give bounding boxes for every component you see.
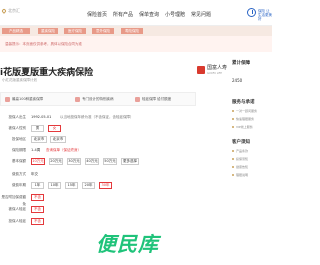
location-pin-icon [1, 8, 7, 14]
province-select[interactable]: 北京市 [31, 136, 47, 143]
feature-tag: 轻症保障 给付额度 [135, 97, 171, 102]
payment-term-option[interactable]: 15年 [65, 182, 78, 189]
payment-term-option[interactable]: 10年 [48, 182, 61, 189]
bullet-icon [232, 126, 234, 128]
customer-title: 客户须知 [232, 140, 250, 145]
more-options-select[interactable]: 更多选择 [121, 158, 139, 165]
notice-banner: 温馨提示：本页面仅供参考，具体以保险合同为准 [0, 36, 272, 52]
waiver-option[interactable]: 不含 [31, 194, 44, 201]
service-item: 一对一顾问服务 [232, 109, 272, 113]
insurer-brand: 国富人寿 GUOFU LIFE [197, 65, 228, 75]
payment-method-value: 年交 [31, 172, 38, 176]
nav-item-faq[interactable]: 常见问题 [188, 11, 214, 18]
nav-item-home[interactable]: 保险首页 [84, 11, 110, 18]
holder-mild-option[interactable]: 不含 [31, 218, 44, 225]
field-label: 投保人出生 [8, 115, 27, 119]
service-item: 快速理赔服务 [232, 117, 272, 121]
bullet-icon [232, 150, 234, 152]
field-label: 投保地区 [12, 137, 26, 141]
field-label: 被保人性别 [8, 126, 27, 130]
check-badge-icon [75, 97, 80, 102]
birthdate-value[interactable]: 1992-05-01 [31, 114, 51, 121]
sum-insured-option[interactable]: 10万元 [31, 158, 45, 165]
customer-item[interactable]: 健康告知 [232, 165, 272, 169]
sum-insured-option[interactable]: 30万元 [67, 158, 81, 165]
payment-term-option[interactable]: 1年 [31, 182, 44, 189]
field-label: 投保人轻症 [8, 219, 27, 223]
gender-option-female[interactable]: 女 [48, 125, 61, 132]
service-item: VIP线上服务 [232, 125, 272, 129]
category-bar: 产品精选 重疾保险 医疗保险 意外保险 寿险保险 [0, 26, 272, 36]
main-nav: 保险首页 所有产品 保单查询 小号理赔 常见问题 [84, 11, 214, 18]
nav-item-claims[interactable]: 小号理赔 [162, 11, 188, 18]
feature-tag: 最高100种重疾保障 [5, 97, 43, 102]
category-tab[interactable]: 医疗保险 [64, 28, 86, 34]
field-label: 缴费年期 [12, 183, 26, 187]
top-navigation-bar: 北京汇 保险首页 所有产品 保单查询 小号理赔 常见问题 保险 让生活更美好 [0, 0, 272, 26]
payment-term-option[interactable]: 30年 [99, 182, 112, 189]
nav-item-policy-query[interactable]: 保单查询 [136, 11, 162, 18]
watermark-text: 便民库 [96, 232, 159, 256]
field-label: 基本保额 [12, 159, 26, 163]
field-label: 缴费方式 [12, 172, 26, 176]
feature-tag: 专门设计的特别疾病 [75, 97, 114, 102]
price-title: 累计保障 [232, 61, 250, 66]
location-selector[interactable]: 北京汇 [1, 8, 20, 14]
feature-tag-label: 最高100种重疾保障 [12, 97, 44, 101]
nav-item-products[interactable]: 所有产品 [110, 11, 136, 18]
sum-insured-option[interactable]: 50万元 [103, 158, 117, 165]
customer-item[interactable]: 产品条款 [232, 149, 272, 153]
product-title: i花版夏版重大疾病保险 [0, 68, 94, 78]
payment-term-option[interactable]: 20年 [82, 182, 95, 189]
policy-query-link[interactable]: 查询保单（保证终身） [46, 147, 81, 154]
bullet-icon [232, 158, 234, 160]
insurer-name-en: GUOFU LIFE [207, 71, 222, 75]
coverage-period-value: 1-4周 [31, 148, 41, 152]
bullet-icon [232, 110, 234, 112]
check-badge-icon [135, 97, 140, 102]
sum-insured-option[interactable]: 20万元 [49, 158, 63, 165]
field-label: 被保人轻症 [8, 207, 27, 211]
price-value: 2450 [232, 78, 243, 83]
field-label: 保险期限 [12, 148, 26, 152]
check-badge-icon [5, 97, 10, 102]
city-select[interactable]: 北京市 [50, 136, 66, 143]
customer-item[interactable]: 投保须知 [232, 157, 272, 161]
bullet-icon [232, 174, 234, 176]
bullet-icon [232, 166, 234, 168]
category-tab[interactable]: 产品精选 [2, 28, 30, 34]
feature-tag-label: 专门设计的特别疾病 [82, 97, 114, 101]
customer-item[interactable]: 理赔说明 [232, 173, 272, 177]
feature-tag-label: 轻症保障 给付额度 [142, 97, 172, 101]
insurer-name: 国富人寿 [207, 65, 228, 71]
category-tab[interactable]: 意外保险 [92, 28, 114, 34]
product-subtitle: 小红花版重疾保障计划 [2, 78, 37, 82]
sum-insured-option[interactable]: 40万元 [85, 158, 99, 165]
age-note: 以当地投保年龄为准（不含保证，含轻症保障） [60, 115, 134, 119]
gender-option-male[interactable]: 男 [31, 125, 44, 132]
service-title: 服务与承诺 [232, 100, 255, 105]
brand-slogan: 保险 让生活更美好 [258, 9, 272, 22]
category-tab[interactable]: 寿险保险 [121, 28, 143, 34]
insured-mild-option[interactable]: 不含 [31, 206, 44, 213]
feature-tags: 最高100种重疾保障 专门设计的特别疾病 轻症保障 给付额度 [0, 92, 196, 106]
right-sidebar: 累计保障 2450 服务与承诺 一对一顾问服务 快速理赔服务 VIP线上服务 客… [232, 60, 272, 177]
brand-logo-icon[interactable] [247, 8, 256, 17]
category-tab[interactable]: 重疾保险 [38, 28, 58, 34]
bullet-icon [232, 118, 234, 120]
location-label: 北京汇 [8, 8, 20, 13]
insurer-logo-icon [197, 66, 205, 75]
